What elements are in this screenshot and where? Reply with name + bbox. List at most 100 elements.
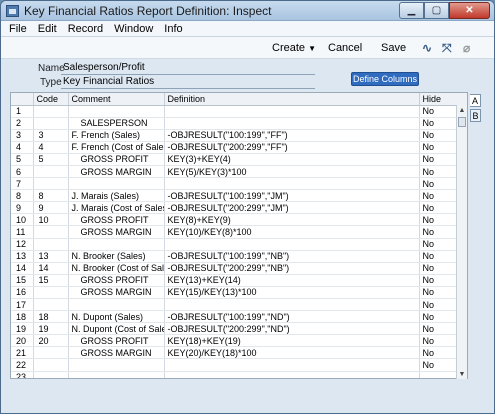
definition-cell[interactable] xyxy=(164,238,420,251)
comment-cell[interactable]: GROSS MARGIN xyxy=(68,286,165,300)
name-field[interactable]: Salesperson/Profit xyxy=(61,61,315,75)
comment-cell[interactable] xyxy=(68,371,165,378)
expand-icon[interactable]: ⤧ xyxy=(442,41,452,56)
table-row[interactable]: 17 No xyxy=(11,298,467,312)
type-field[interactable]: Key Financial Ratios xyxy=(61,75,315,89)
code-cell[interactable] xyxy=(33,286,69,300)
code-cell[interactable]: 10 xyxy=(33,213,69,227)
table-row[interactable]: 6 GROSS MARGIN KEY(5)/KEY(3)*100 No xyxy=(11,165,467,179)
comment-cell[interactable]: GROSS PROFIT xyxy=(68,274,165,287)
comment-cell[interactable]: F. French (Sales) xyxy=(68,129,165,142)
comment-cell[interactable] xyxy=(68,298,165,312)
definition-cell[interactable]: KEY(13)+KEY(14) xyxy=(164,274,420,287)
definition-cell[interactable]: KEY(3)+KEY(4) xyxy=(164,153,420,166)
code-cell[interactable] xyxy=(33,238,69,251)
definition-cell[interactable]: -OBJRESULT("200:299","NB") xyxy=(164,262,420,275)
code-cell[interactable]: 3 xyxy=(33,129,69,142)
code-cell[interactable] xyxy=(33,225,69,239)
table-row[interactable]: 1414N. Brooker (Cost of Sales)-OBJRESULT… xyxy=(11,262,467,275)
definition-cell[interactable]: KEY(15)/KEY(13)*100 xyxy=(164,286,420,300)
comment-cell[interactable]: N. Brooker (Cost of Sales) xyxy=(68,262,165,275)
code-cell[interactable]: 9 xyxy=(33,201,69,215)
maximize-button[interactable]: ▢ xyxy=(424,2,449,19)
table-row[interactable]: 8 8 J. Marais (Sales) -OBJRESULT("100:199",… xyxy=(11,189,467,203)
comment-cell[interactable]: GROSS PROFIT xyxy=(68,334,165,348)
definition-cell[interactable]: -OBJRESULT("100:199","JM") xyxy=(164,189,420,203)
definition-cell[interactable] xyxy=(164,371,420,378)
table-row[interactable]: 19 19 N. Dupont (Cost of Sales) -OBJRESULT(… xyxy=(11,322,467,336)
tab-a[interactable]: A xyxy=(470,94,481,107)
definition-cell[interactable] xyxy=(164,298,420,312)
header-hide[interactable]: Hide xyxy=(419,93,467,106)
menu-info[interactable]: Info xyxy=(164,23,182,35)
code-cell[interactable]: 18 xyxy=(33,310,69,324)
table-row[interactable]: 4 4 F. French (Cost of Sales) -OBJRESULT("2… xyxy=(11,141,467,154)
comment-cell[interactable]: GROSS PROFIT xyxy=(68,213,165,227)
table-row[interactable]: 13 13 N. Brooker (Sales) -OBJRESULT("100:19… xyxy=(11,250,467,263)
create-button[interactable]: Create ▼ xyxy=(272,42,316,54)
comment-cell[interactable]: GROSS MARGIN xyxy=(68,225,165,239)
definition-cell[interactable]: -OBJRESULT("200:299","FF") xyxy=(164,141,420,154)
comment-cell[interactable]: GROSS MARGIN xyxy=(68,346,165,360)
code-cell[interactable]: 15 xyxy=(33,274,69,287)
save-button[interactable]: Save xyxy=(381,42,406,54)
definition-cell[interactable]: -OBJRESULT("200:299","ND") xyxy=(164,322,420,336)
code-cell[interactable] xyxy=(33,298,69,312)
title-bar[interactable]: Key Financial Ratios Report Definition: … xyxy=(1,1,494,21)
table-row[interactable]: 3 3 F. French (Sales) -OBJRESULT("100:199",… xyxy=(11,129,467,142)
scroll-down-icon[interactable]: ▼ xyxy=(457,369,467,379)
table-row[interactable]: 23 xyxy=(11,371,467,378)
graph-icon[interactable]: ∿ xyxy=(422,41,432,55)
table-row[interactable]: 21 GROSS MARGIN KEY(20)/KEY(18)*100 No xyxy=(11,346,467,360)
table-row[interactable]: 10 10 GROSS PROFIT KEY(8)+KEY(9) No xyxy=(11,213,467,227)
code-cell[interactable]: 14 xyxy=(33,262,69,275)
code-cell[interactable]: 4 xyxy=(33,141,69,154)
vertical-scrollbar[interactable]: ▲ ▼ xyxy=(456,105,467,379)
scroll-up-icon[interactable]: ▲ xyxy=(457,105,467,115)
comment-cell[interactable]: J. Marais (Sales) xyxy=(68,189,165,203)
attachment-icon[interactable]: ⌀ xyxy=(463,41,470,55)
define-columns-button[interactable]: Define Columns xyxy=(351,72,419,86)
table-row[interactable]: 1 No xyxy=(11,105,467,118)
comment-cell[interactable] xyxy=(68,238,165,251)
definition-cell[interactable] xyxy=(164,358,420,372)
menu-window[interactable]: Window xyxy=(114,23,153,35)
comment-cell[interactable]: GROSS PROFIT xyxy=(68,153,165,166)
definition-cell[interactable]: KEY(8)+KEY(9) xyxy=(164,213,420,227)
scroll-thumb[interactable] xyxy=(458,117,466,127)
code-cell[interactable] xyxy=(33,177,69,191)
comment-cell[interactable]: SALESPERSON xyxy=(68,117,165,130)
comment-cell[interactable] xyxy=(68,105,165,118)
comment-cell[interactable]: J. Marais (Cost of Sales) xyxy=(68,201,165,215)
definition-cell[interactable]: KEY(20)/KEY(18)*100 xyxy=(164,346,420,360)
definition-cell[interactable] xyxy=(164,105,420,118)
definition-cell[interactable] xyxy=(164,117,420,130)
definition-cell[interactable]: KEY(5)/KEY(3)*100 xyxy=(164,165,420,179)
header-definition[interactable]: Definition xyxy=(164,93,420,106)
code-cell[interactable] xyxy=(33,346,69,360)
code-cell[interactable] xyxy=(33,165,69,179)
code-cell[interactable]: 19 xyxy=(33,322,69,336)
code-cell[interactable]: 13 xyxy=(33,250,69,263)
table-row[interactable]: 20 20 GROSS PROFIT KEY(18)+KEY(19) No xyxy=(11,334,467,348)
code-cell[interactable] xyxy=(33,358,69,372)
definition-cell[interactable]: -OBJRESULT("100:199","ND") xyxy=(164,310,420,324)
minimize-button[interactable]: ▁ xyxy=(399,2,424,19)
header-comment[interactable]: Comment xyxy=(68,93,165,106)
code-cell[interactable]: 20 xyxy=(33,334,69,348)
definition-cell[interactable]: -OBJRESULT("200:299","JM") xyxy=(164,201,420,215)
table-row[interactable]: 16 GROSS MARGIN KEY(15)/KEY(13)*100 No xyxy=(11,286,467,300)
comment-cell[interactable]: GROSS MARGIN xyxy=(68,165,165,179)
table-row[interactable]: 22 No xyxy=(11,358,467,372)
menu-edit[interactable]: Edit xyxy=(38,23,57,35)
definition-cell[interactable]: KEY(10)/KEY(8)*100 xyxy=(164,225,420,239)
code-cell[interactable] xyxy=(33,371,69,378)
cancel-button[interactable]: Cancel xyxy=(328,42,362,54)
definition-cell[interactable]: -OBJRESULT("100:199","FF") xyxy=(164,129,420,142)
table-row[interactable]: 15 15 GROSS PROFIT KEY(13)+KEY(14) No xyxy=(11,274,467,287)
code-cell[interactable]: 5 xyxy=(33,153,69,166)
code-cell[interactable] xyxy=(33,117,69,130)
table-row[interactable]: 5 5 GROSS PROFIT KEY(3)+KEY(4) No xyxy=(11,153,467,166)
table-row[interactable]: 12 No xyxy=(11,238,467,251)
comment-cell[interactable]: N. Dupont (Sales) xyxy=(68,310,165,324)
